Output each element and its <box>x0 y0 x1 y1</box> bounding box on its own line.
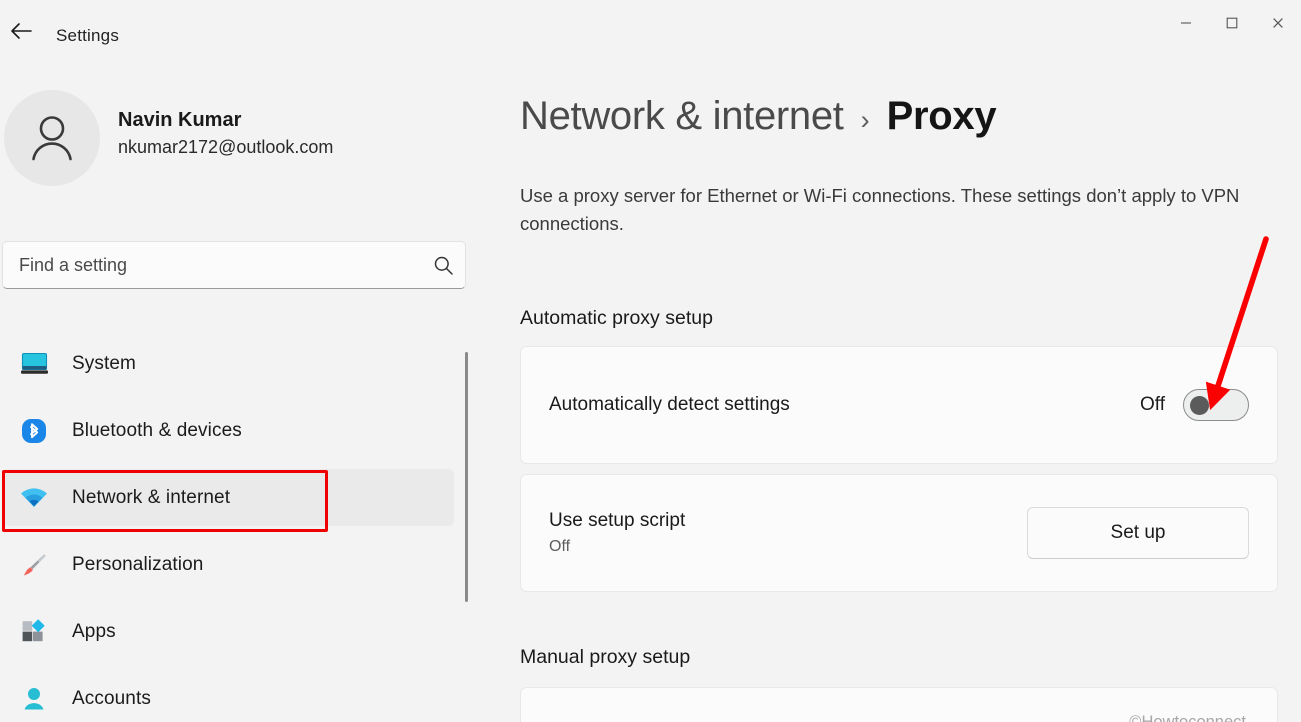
minimize-icon[interactable] <box>1163 0 1209 46</box>
search-box[interactable] <box>2 241 466 289</box>
maximize-icon[interactable] <box>1209 0 1255 46</box>
sidebar-item-accounts[interactable]: Accounts <box>2 670 454 722</box>
card-subtitle: Off <box>549 538 571 555</box>
breadcrumb-parent-link[interactable]: Network & internet <box>520 94 844 139</box>
breadcrumb: Network & internet › Proxy <box>520 94 997 139</box>
toggle-knob <box>1190 396 1209 415</box>
sidebar-scrollbar-thumb[interactable] <box>465 352 468 602</box>
app-title: Settings <box>56 26 120 45</box>
title-bar: Settings <box>0 0 1301 60</box>
avatar <box>4 90 100 186</box>
sidebar-item-label: System <box>72 352 136 374</box>
main-content: Network & internet › Proxy Use a proxy s… <box>470 60 1301 722</box>
wifi-icon <box>12 487 56 509</box>
page-description: Use a proxy server for Ethernet or Wi-Fi… <box>520 185 1240 235</box>
sidebar: Navin Kumar nkumar2172@outlook.com Find … <box>0 60 470 722</box>
sidebar-scrollbar[interactable] <box>464 352 469 682</box>
toggle-state-label: Off <box>1140 394 1165 415</box>
sidebar-item-apps[interactable]: Apps <box>2 603 454 660</box>
sidebar-item-label: Personalization <box>72 553 204 575</box>
sidebar-item-bluetooth-devices[interactable]: Bluetooth & devices <box>2 402 454 459</box>
page-title: Proxy <box>886 94 997 138</box>
search-input[interactable] <box>3 254 421 276</box>
card-title: Use setup script <box>549 510 686 531</box>
card-title: Automatically detect settings <box>549 394 790 415</box>
back-arrow-icon[interactable] <box>4 16 38 46</box>
watermark: ©Howtoconnect <box>1129 713 1246 722</box>
account-name: Navin Kumar <box>118 109 242 131</box>
breadcrumb-separator-icon: › <box>860 105 870 135</box>
system-monitor-icon <box>12 352 56 376</box>
automatically-detect-settings-toggle[interactable] <box>1183 389 1249 421</box>
apps-icon <box>12 618 56 645</box>
sidebar-item-label: Accounts <box>72 687 151 709</box>
bluetooth-icon <box>12 418 56 444</box>
settings-window: Settings Navin Kumar nkumar2172@outlook.… <box>0 0 1301 722</box>
search-icon[interactable] <box>421 255 465 276</box>
close-icon[interactable] <box>1255 0 1301 46</box>
sidebar-item-system[interactable]: System <box>2 335 454 392</box>
sidebar-item-label: Network & internet <box>72 486 231 508</box>
section-title-manual-proxy-setup: Manual proxy setup <box>520 646 691 668</box>
set-up-button[interactable]: Set up <box>1027 507 1249 559</box>
paintbrush-icon <box>12 552 56 578</box>
sidebar-item-label: Apps <box>72 620 116 642</box>
window-controls <box>1163 0 1301 46</box>
sidebar-item-network-internet[interactable]: Network & internet <box>2 469 454 526</box>
sidebar-nav: System Bluetooth & devices Network & int… <box>0 335 470 722</box>
card-automatically-detect-settings[interactable]: Automatically detect settings Off <box>520 346 1278 464</box>
account-person-icon <box>12 686 56 712</box>
sidebar-item-personalization[interactable]: Personalization <box>2 536 454 593</box>
toggle-group: Off <box>1140 389 1249 421</box>
account-email: nkumar2172@outlook.com <box>118 137 334 157</box>
account-block[interactable]: Navin Kumar nkumar2172@outlook.com <box>0 90 470 186</box>
card-use-setup-script[interactable]: Use setup script Off Set up <box>520 474 1278 592</box>
section-title-automatic-proxy-setup: Automatic proxy setup <box>520 307 713 329</box>
sidebar-item-label: Bluetooth & devices <box>72 419 242 441</box>
